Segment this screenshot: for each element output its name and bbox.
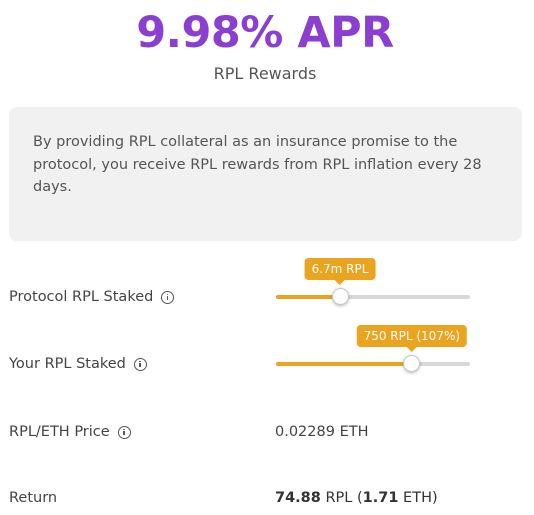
apr-subtitle: RPL Rewards <box>213 64 317 83</box>
apr-title: 9.98% APR <box>136 8 394 58</box>
slider-value-tooltip: 6.7m RPL <box>304 258 376 285</box>
rpl-eth-price-label-row: RPL/ETH Price <box>9 424 131 440</box>
protocol-rpl-staked-slider[interactable]: 6.7m RPL <box>276 258 470 305</box>
info-text: By providing RPL collateral as an insura… <box>33 134 482 195</box>
return-rpl-unit: RPL ( <box>320 490 363 506</box>
slider-value-tooltip: 750 RPL (107%) <box>356 325 468 352</box>
protocol-rpl-staked-label: Protocol RPL Staked <box>9 289 154 305</box>
info-icon[interactable] <box>161 290 175 304</box>
return-eth-unit: ETH) <box>398 490 438 506</box>
rpl-eth-price-value: 0.02289 ETH <box>275 424 369 440</box>
rpl-eth-price-label: RPL/ETH Price <box>9 424 110 440</box>
return-label-row: Return <box>9 490 57 506</box>
slider-thumb[interactable] <box>331 288 349 305</box>
your-rpl-staked-label-row: Your RPL Staked <box>9 356 147 372</box>
your-rpl-staked-slider[interactable]: 750 RPL (107%) <box>276 325 470 372</box>
slider-fill <box>276 295 341 299</box>
slider-thumb[interactable] <box>403 355 421 372</box>
info-panel: By providing RPL collateral as an insura… <box>9 107 522 241</box>
return-label: Return <box>9 490 58 506</box>
return-eth-amount: 1.71 <box>362 490 399 506</box>
info-icon[interactable] <box>133 357 147 371</box>
return-value: 74.88 RPL (1.71 ETH) <box>275 490 438 506</box>
protocol-rpl-staked-label-row: Protocol RPL Staked <box>9 289 175 305</box>
info-icon[interactable] <box>117 425 131 439</box>
return-rpl-amount: 74.88 <box>275 490 321 506</box>
slider-fill <box>276 362 412 366</box>
your-rpl-staked-label: Your RPL Staked <box>9 356 126 372</box>
